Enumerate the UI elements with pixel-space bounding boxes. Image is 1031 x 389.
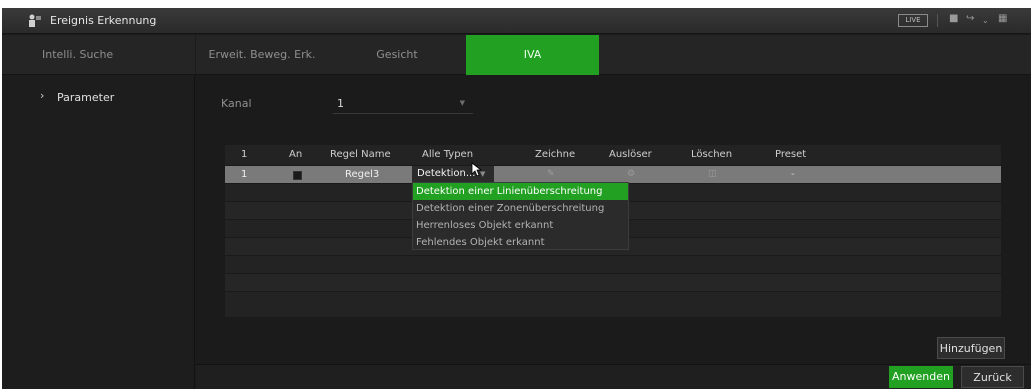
sidebar: Intelli. Suche › Parameter	[2, 35, 195, 389]
back-button[interactable]: Zurück	[961, 366, 1024, 388]
header-all-types: Alle Typen	[422, 149, 474, 160]
table-header: 1 An Regel Name Alle Typen Zeichne Auslö…	[225, 145, 1001, 165]
row-preset: -	[791, 169, 795, 180]
live-button[interactable]: LIVE	[898, 14, 928, 27]
row-index: 1	[241, 169, 248, 180]
kanal-value: 1	[337, 97, 344, 110]
table-row-empty	[225, 255, 1001, 273]
header-delete: Löschen	[691, 149, 733, 160]
header-trigger: Auslöser	[609, 149, 652, 160]
header-index: 1	[241, 149, 248, 160]
apply-button[interactable]: Anwenden	[889, 366, 953, 388]
table-row[interactable]: 1 Regel3 Detektion... ▼ ✎ ⚙ ◫ -	[225, 162, 1001, 183]
row-rule-name: Regel3	[345, 169, 380, 180]
table-row-empty	[225, 273, 1001, 291]
tab-erweit-beweg-erk[interactable]: Erweit. Beweg. Erk.	[196, 35, 328, 75]
header-draw: Zeichne	[535, 149, 576, 160]
kanal-label: Kanal	[221, 97, 252, 110]
grid-icon[interactable]: ▦	[998, 13, 1007, 24]
dropdown-option-fehlendes-objekt[interactable]: Fehlendes Objekt erkannt	[413, 234, 628, 251]
type-dropdown-menu: Detektion einer Linienüberschreitung Det…	[412, 182, 629, 250]
type-select-value: Detektion...	[417, 168, 476, 179]
table-row-empty	[225, 291, 1001, 309]
chevron-down-icon: ▼	[459, 99, 465, 107]
gear-icon[interactable]: ⚙	[627, 169, 635, 179]
sidebar-item-parameter[interactable]: › Parameter	[2, 85, 195, 111]
sidebar-item-intelli-suche[interactable]: Intelli. Suche	[2, 35, 195, 75]
title-separator	[937, 14, 938, 27]
header-rule-name: Regel Name	[330, 149, 391, 160]
dropdown-option-herrenloses-objekt[interactable]: Herrenloses Objekt erkannt	[413, 217, 628, 234]
chevron-right-icon: ›	[40, 89, 45, 102]
logout-icon[interactable]: ↪	[966, 13, 974, 24]
tab-bar: Erweit. Beweg. Erk. Gesicht IVA	[196, 35, 1031, 75]
sidebar-item-label: Parameter	[57, 91, 115, 104]
dropdown-option-zonenueberschreitung[interactable]: Detektion einer Zonenüberschreitung	[413, 200, 628, 217]
person-icon[interactable]: ■	[949, 13, 958, 24]
chevron-down-icon[interactable]: ⌄	[982, 16, 989, 25]
mouse-cursor-icon	[471, 162, 482, 177]
ereignis-erkennung-window: Ereignis Erkennung LIVE ■ ↪ ⌄ ▦ Intelli.…	[2, 8, 1031, 389]
title-bar: Ereignis Erkennung LIVE ■ ↪ ⌄ ▦	[2, 8, 1031, 34]
tab-gesicht[interactable]: Gesicht	[331, 35, 463, 75]
trash-icon[interactable]: ◫	[708, 169, 717, 179]
window-title: Ereignis Erkennung	[50, 14, 157, 27]
dropdown-option-linienueberschreitung[interactable]: Detektion einer Linienüberschreitung	[413, 183, 628, 200]
footer-bar: Anwenden Zurück	[196, 364, 1031, 389]
enable-checkbox[interactable]	[293, 171, 302, 180]
kanal-select[interactable]: 1 ▼	[333, 94, 473, 114]
tab-iva[interactable]: IVA	[466, 35, 599, 75]
main-content: Kanal 1 ▼ 1 An Regel Name Alle Typen Zei…	[196, 76, 1031, 389]
header-preset: Preset	[775, 149, 807, 160]
pencil-icon[interactable]: ✎	[547, 169, 555, 179]
header-on: An	[289, 149, 303, 160]
sidebar-top-label: Intelli. Suche	[42, 48, 114, 61]
person-camera-icon	[29, 14, 41, 27]
add-button[interactable]: Hinzufügen	[937, 337, 1005, 359]
rules-table: 1 An Regel Name Alle Typen Zeichne Auslö…	[225, 145, 1001, 317]
